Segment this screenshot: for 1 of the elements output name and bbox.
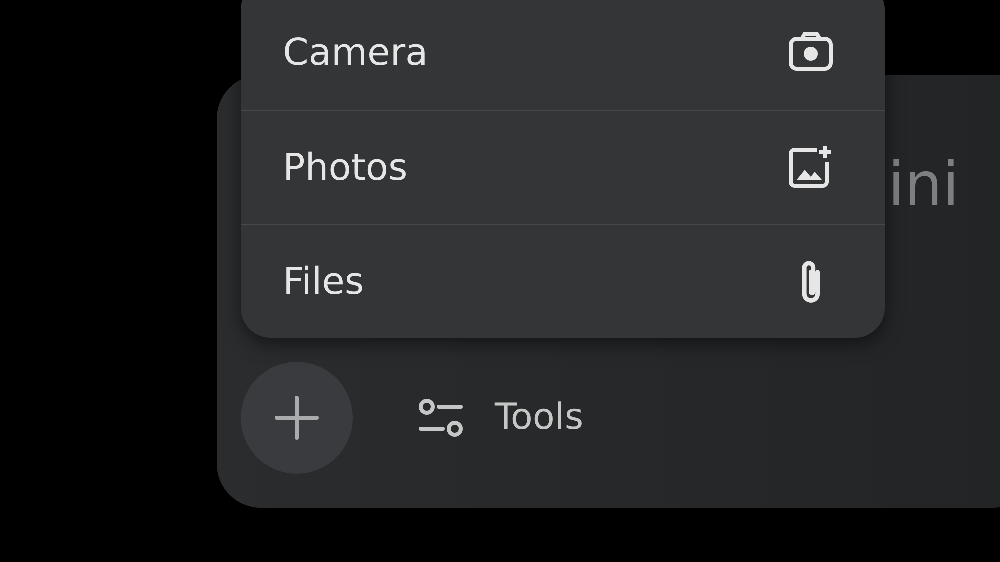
prompt-hint: ini — [888, 155, 960, 215]
